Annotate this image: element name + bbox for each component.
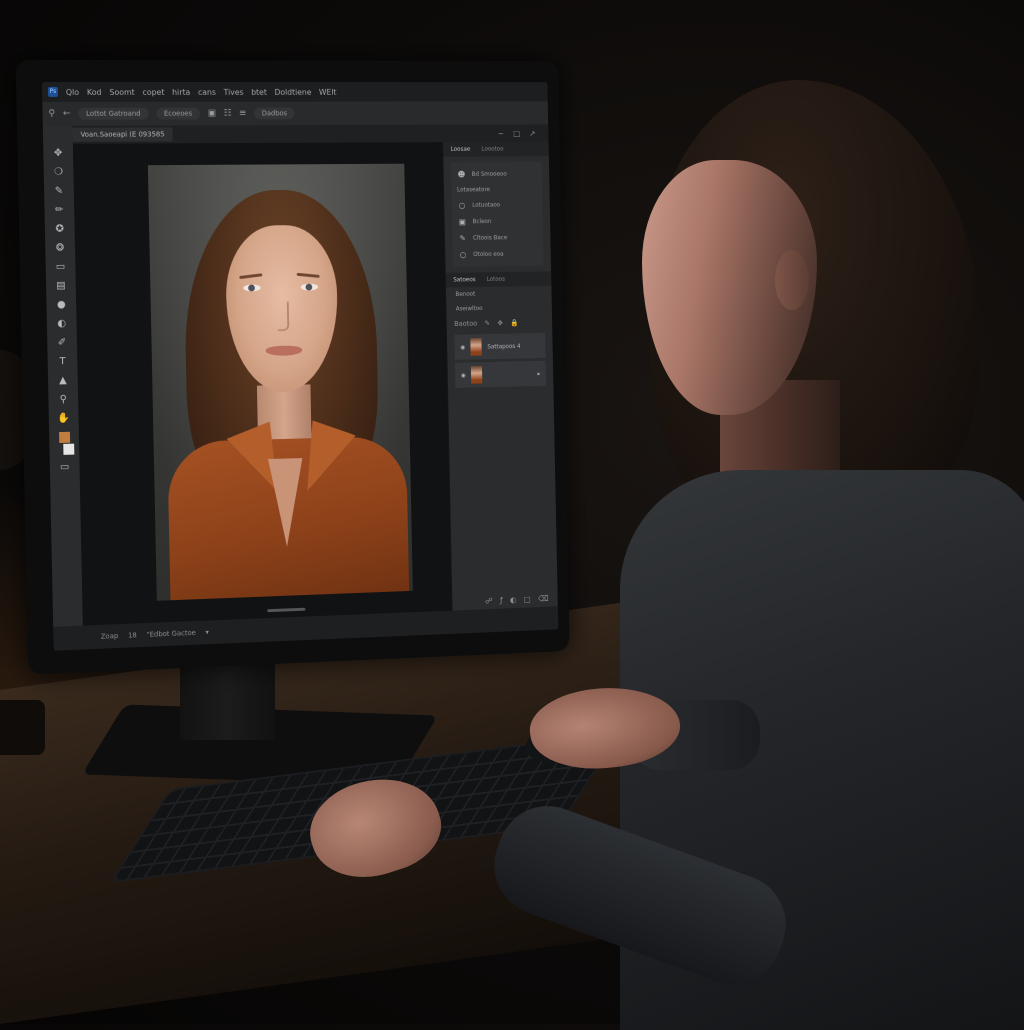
canvas-scrollbar[interactable] [267,607,306,613]
zoom-label[interactable]: Zoap [101,632,119,641]
frame-icon: ▣ [458,217,466,227]
zoom-value: 18 [127,631,137,640]
menu-item-edit[interactable]: Kod [87,87,102,96]
circle-icon: ○ [458,201,466,210]
gradient-icon[interactable]: ▤ [56,280,66,292]
options-select-1[interactable]: Lottot Gatroand [78,107,149,120]
tab-properties[interactable]: Loosae [451,146,471,153]
brush-icon[interactable]: ✎ [55,186,64,198]
menu-item-type[interactable]: hirta [172,87,190,96]
portrait-photo[interactable] [147,163,413,601]
background-color-swatch[interactable] [62,443,74,455]
hand-icon[interactable]: ✋ [57,413,70,425]
transform-icon[interactable]: ☷ [224,109,232,119]
circle-icon: ○ [459,250,467,260]
canvas-area[interactable] [72,142,452,626]
menu-item-window[interactable]: WElt [319,87,337,96]
menu-item-layer[interactable]: copet [142,87,164,96]
dodge-icon[interactable]: ◐ [57,318,66,330]
menu-item-3d[interactable]: btet [251,87,267,96]
menu-item-select[interactable]: cans [198,87,216,96]
quick-mask-icon[interactable]: ▭ [60,462,70,474]
portrait-neckline [267,458,305,548]
clone-icon[interactable]: ❂ [56,242,65,254]
portrait-nose [277,301,290,332]
visibility-icon[interactable]: ◉ [460,344,465,351]
menu-item-filter[interactable]: Tives [224,87,244,96]
person-ear [775,250,809,310]
distribute-icon[interactable]: ≡ [239,109,246,119]
eraser-icon[interactable]: ▭ [56,261,66,273]
menu-item-view[interactable]: Doldtiene [274,87,311,96]
scene: Ps Qlo Kod Soomt copet hirta cans Tives … [0,0,1024,1030]
user-icon: ☻ [457,170,466,179]
back-arrow-icon[interactable]: ← [63,109,71,119]
pencil-icon[interactable]: ✏ [55,205,64,217]
foreground-color-swatch[interactable] [58,431,70,444]
options-select-3[interactable]: Dadbos [253,107,295,120]
chevron-down-icon[interactable]: ▾ [205,628,209,636]
menu-item-image[interactable]: Soomt [109,87,134,96]
document-tab[interactable]: Voan.Saoeapi (E 093585 [72,127,173,142]
shape-icon[interactable]: ▲ [59,375,67,387]
menu-item-file[interactable]: Qlo [66,87,79,96]
person-at-desk [298,40,1024,1030]
search-icon[interactable]: ⚲ [48,109,55,119]
zoom-icon[interactable]: ⚲ [60,394,67,406]
blur-icon[interactable]: ● [57,299,66,311]
brush-icon: ✎ [459,233,466,243]
pen-icon[interactable]: ✐ [58,337,67,349]
options-select-2[interactable]: Ecoeoes [156,107,201,120]
align-icon[interactable]: ▣ [208,109,216,119]
app-logo: Ps [47,86,59,97]
lamp-base [0,700,45,755]
lasso-icon[interactable]: ❍ [54,167,63,179]
healing-icon[interactable]: ✪ [56,224,65,236]
move-icon[interactable]: ✥ [54,148,63,160]
document-info: "Edbot Gactoe [146,628,196,639]
visibility-icon[interactable]: ◉ [461,372,466,379]
text-icon[interactable]: T [59,356,65,368]
